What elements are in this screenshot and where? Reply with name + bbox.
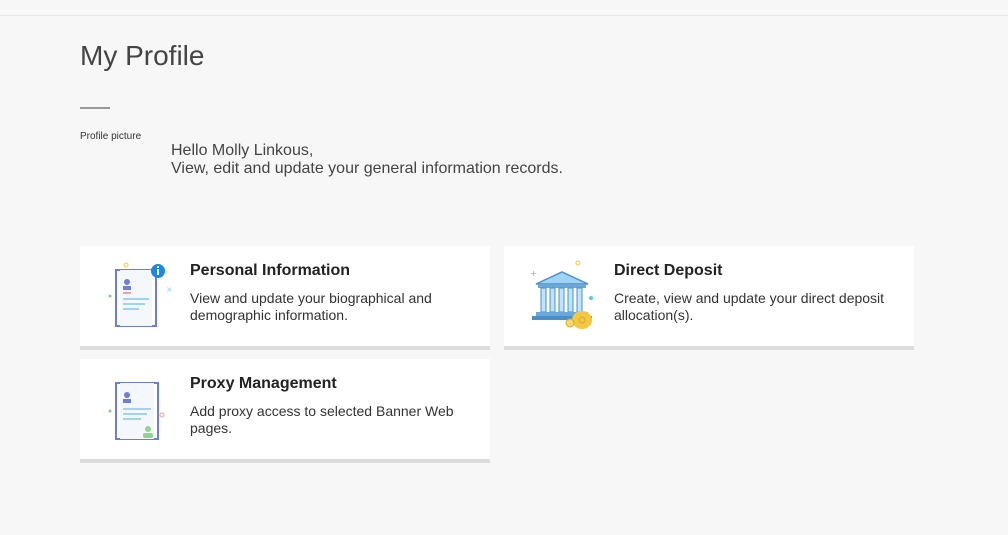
card-title: Proxy Management (190, 375, 337, 392)
personal-information-card[interactable]: × Personal Information View and update y… (80, 246, 490, 350)
page-title: My Profile (80, 40, 205, 71)
title-divider (80, 107, 110, 109)
card-description: View and update your biographical and de… (190, 290, 432, 323)
greeting-description: View, edit and update your general infor… (171, 160, 563, 177)
card-description: Add proxy access to selected Banner Web … (190, 403, 454, 436)
top-bar (0, 0, 1008, 16)
svg-text:×: × (166, 285, 173, 294)
greeting: Hello Molly Linkous, View, edit and upda… (171, 142, 563, 178)
direct-deposit-card[interactable]: + Direct Deposit Create, view and update… (504, 246, 914, 350)
proxy-management-card[interactable]: Proxy Management Add proxy access to sel… (80, 359, 490, 463)
proxy-document-icon (102, 373, 174, 445)
card-title: Personal Information (190, 262, 351, 279)
card-title: Direct Deposit (614, 262, 723, 279)
svg-text:+: + (530, 269, 537, 278)
greeting-name: Hello Molly Linkous, (171, 142, 314, 159)
card-description: Create, view and update your direct depo… (614, 290, 885, 323)
personal-information-icon: × (102, 260, 174, 332)
bank-icon: + (526, 260, 598, 332)
profile-picture: Profile picture (80, 131, 142, 142)
